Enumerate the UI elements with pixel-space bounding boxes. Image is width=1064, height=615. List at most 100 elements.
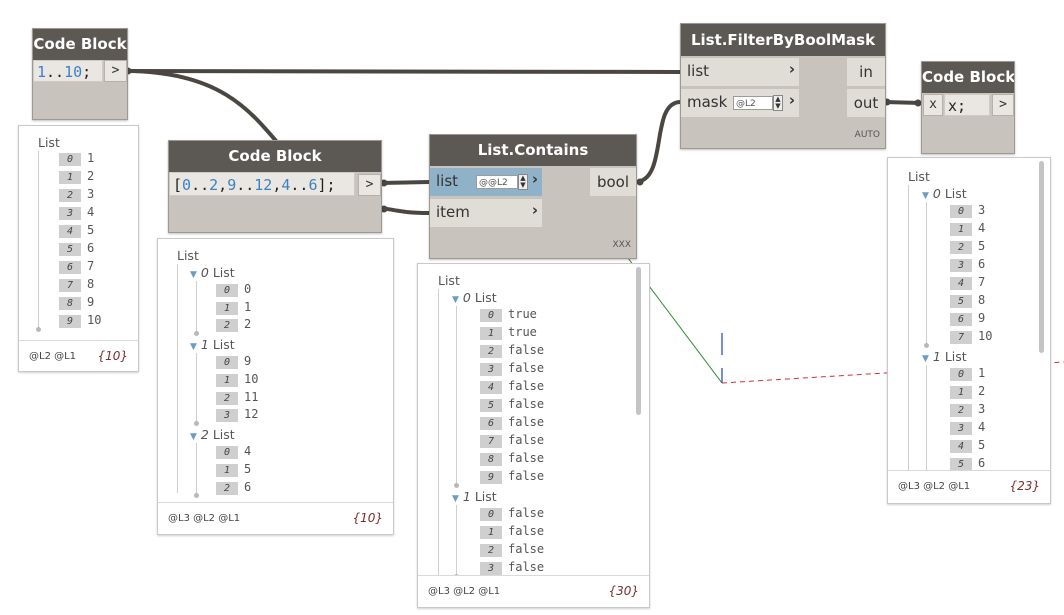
code-editor[interactable]: [0..2,9..12,4..6]; bbox=[169, 172, 355, 196]
item-index: 7 bbox=[480, 435, 502, 448]
data-preview-panel-contains[interactable]: List ▼ 0 List 0 true 1 true 2 false 3 false 4 false… bbox=[417, 263, 650, 608]
item-value: 3 bbox=[978, 402, 986, 416]
chevron-right-icon[interactable]: › bbox=[532, 201, 538, 219]
sublist-label: List bbox=[944, 349, 967, 364]
item-value: 9 bbox=[978, 311, 986, 325]
data-preview-panel-filtered[interactable]: List ▼ 0 List 0 3 1 4 2 5 3 6 4 7 5 8 6 9 7 10 ▼ 1 List 0 1 1… bbox=[887, 157, 1051, 504]
sublist-index: 0 bbox=[932, 186, 941, 201]
item-index: 4 bbox=[950, 440, 972, 453]
code-token: [ bbox=[173, 176, 183, 194]
item-index: 9 bbox=[59, 315, 81, 328]
filter-by-bool-mask-node[interactable]: List.FilterByBoolMask list › mask @L2 ▲ ▼… bbox=[680, 23, 886, 149]
level-spinner[interactable]: ▲ ▼ bbox=[773, 95, 783, 111]
item-value: 7 bbox=[87, 259, 95, 273]
item-value: true bbox=[508, 307, 537, 321]
scrollbar[interactable] bbox=[1039, 161, 1044, 353]
input-port-item[interactable]: item › bbox=[430, 199, 542, 227]
item-count: {10} bbox=[352, 511, 383, 525]
data-preview-panel-range[interactable]: List 0 1 1 2 2 3 3 4 4 5 5 6 6 7 7 8 8 9 9 10 @L2 @L1 {10} bbox=[18, 125, 139, 372]
item-value: 12 bbox=[244, 407, 259, 422]
code-token: 9 bbox=[227, 176, 237, 194]
sublist-label: List bbox=[212, 337, 235, 353]
list-contains-node[interactable]: List.Contains list @@L2 ▲ ▼ › item › bool… bbox=[429, 134, 637, 259]
preview-footer: @L2 @L1 {10} bbox=[19, 340, 138, 371]
chevron-right-icon[interactable]: › bbox=[789, 60, 795, 78]
output-port-out[interactable]: out bbox=[847, 89, 885, 117]
sublist-index: 1 bbox=[932, 349, 941, 364]
tree-guide-line bbox=[456, 505, 457, 576]
input-port-x[interactable]: x bbox=[923, 94, 943, 116]
lacing-indicator[interactable]: XXX bbox=[613, 240, 632, 250]
sublist-header[interactable]: ▼ 1 List bbox=[190, 337, 235, 352]
collapse-triangle-icon[interactable]: ▼ bbox=[922, 191, 929, 201]
item-index: 2 bbox=[216, 391, 238, 405]
output-port[interactable]: > bbox=[992, 94, 1014, 116]
item-value: 11 bbox=[244, 389, 259, 404]
code-block-node-range[interactable]: Code Block 1..10; > bbox=[32, 28, 128, 120]
item-index: 4 bbox=[950, 277, 972, 290]
tree-guide-line bbox=[926, 365, 927, 471]
item-index: 0 bbox=[950, 368, 972, 381]
collapse-triangle-icon[interactable]: ▼ bbox=[190, 342, 197, 352]
item-value: 6 bbox=[978, 257, 986, 271]
item-index: 3 bbox=[950, 259, 972, 272]
input-port-list[interactable]: list @@L2 ▲ ▼ › bbox=[430, 168, 542, 196]
sublist-header[interactable]: ▼ 0 List bbox=[922, 186, 967, 201]
collapse-triangle-icon[interactable]: ▼ bbox=[922, 354, 929, 364]
code-block-node-x[interactable]: Code Block x x; > bbox=[921, 61, 1015, 154]
code-token: 12 bbox=[254, 176, 273, 194]
code-token: .. bbox=[290, 176, 309, 194]
code-token: .. bbox=[46, 63, 65, 81]
item-index: 2 bbox=[480, 345, 502, 358]
tree-guide-line bbox=[38, 151, 39, 331]
data-preview-panel-ranges[interactable]: List ▼ 0 List 0 0 1 1 2 2 ▼ 1 List 0 9 1 10 2 11 3 12 ▼ 2… bbox=[157, 238, 394, 535]
port-label: list bbox=[687, 62, 710, 80]
sublist-header[interactable]: ▼ 1 List bbox=[452, 489, 497, 504]
node-title: List.Contains bbox=[430, 135, 636, 166]
item-value: false bbox=[508, 343, 545, 357]
code-editor[interactable]: 1..10; bbox=[33, 60, 103, 82]
item-index: 2 bbox=[950, 404, 972, 417]
level-spinner[interactable]: ▲ ▼ bbox=[518, 174, 528, 190]
item-value: false bbox=[508, 469, 545, 483]
item-index: 2 bbox=[950, 241, 972, 254]
tree-guide-line bbox=[196, 353, 197, 424]
collapse-triangle-icon[interactable]: ▼ bbox=[452, 295, 459, 305]
output-port[interactable]: > bbox=[358, 174, 381, 196]
code-block-node-ranges[interactable]: Code Block [0..2,9..12,4..6]; > bbox=[168, 140, 382, 233]
collapse-triangle-icon[interactable]: ▼ bbox=[452, 494, 459, 504]
wire-cb2-to-contains-item bbox=[380, 206, 430, 215]
input-port-list[interactable]: list › bbox=[681, 58, 799, 86]
list-level-field[interactable]: @@L2 bbox=[476, 175, 518, 189]
output-port[interactable]: > bbox=[104, 60, 127, 82]
chevron-right-icon[interactable]: › bbox=[532, 170, 538, 188]
item-count: {23} bbox=[1009, 479, 1040, 493]
code-token: , bbox=[218, 176, 228, 194]
code-editor[interactable]: x; bbox=[944, 94, 990, 116]
item-index: 8 bbox=[480, 453, 502, 466]
input-port-mask[interactable]: mask @L2 ▲ ▼ › bbox=[681, 89, 799, 117]
list-levels: @L3 @L2 @L1 bbox=[428, 586, 501, 597]
item-value: false bbox=[508, 379, 545, 393]
code-text: x; bbox=[948, 97, 967, 115]
collapse-triangle-icon[interactable]: ▼ bbox=[190, 270, 197, 280]
sublist-header[interactable]: ▼ 1 List bbox=[922, 349, 967, 364]
item-index: 1 bbox=[216, 463, 238, 477]
sublist-header[interactable]: ▼ 0 List bbox=[452, 290, 497, 305]
lacing-indicator[interactable]: AUTO bbox=[855, 130, 880, 140]
item-value: false bbox=[508, 560, 545, 574]
list-levels: @L2 @L1 bbox=[29, 351, 77, 362]
scrollbar[interactable] bbox=[636, 267, 641, 415]
output-port-in[interactable]: in bbox=[847, 58, 885, 86]
output-port-bool[interactable]: bool bbox=[590, 168, 636, 196]
sublist-header[interactable]: ▼ 0 List bbox=[190, 265, 235, 280]
collapse-triangle-icon[interactable]: ▼ bbox=[190, 432, 197, 442]
preview-tree: List ▼ 0 List 0 0 1 1 2 2 ▼ 1 List 0 9 1 10 2 11 3 12 ▼ 2… bbox=[158, 239, 393, 503]
sublist-header[interactable]: ▼ 2 List bbox=[190, 427, 235, 442]
port-label: item bbox=[436, 203, 470, 221]
list-level-field[interactable]: @L2 bbox=[733, 96, 773, 110]
item-value: 5 bbox=[978, 438, 986, 452]
item-value: 5 bbox=[978, 239, 986, 253]
chevron-right-icon[interactable]: › bbox=[789, 91, 795, 109]
item-value: false bbox=[508, 524, 545, 538]
